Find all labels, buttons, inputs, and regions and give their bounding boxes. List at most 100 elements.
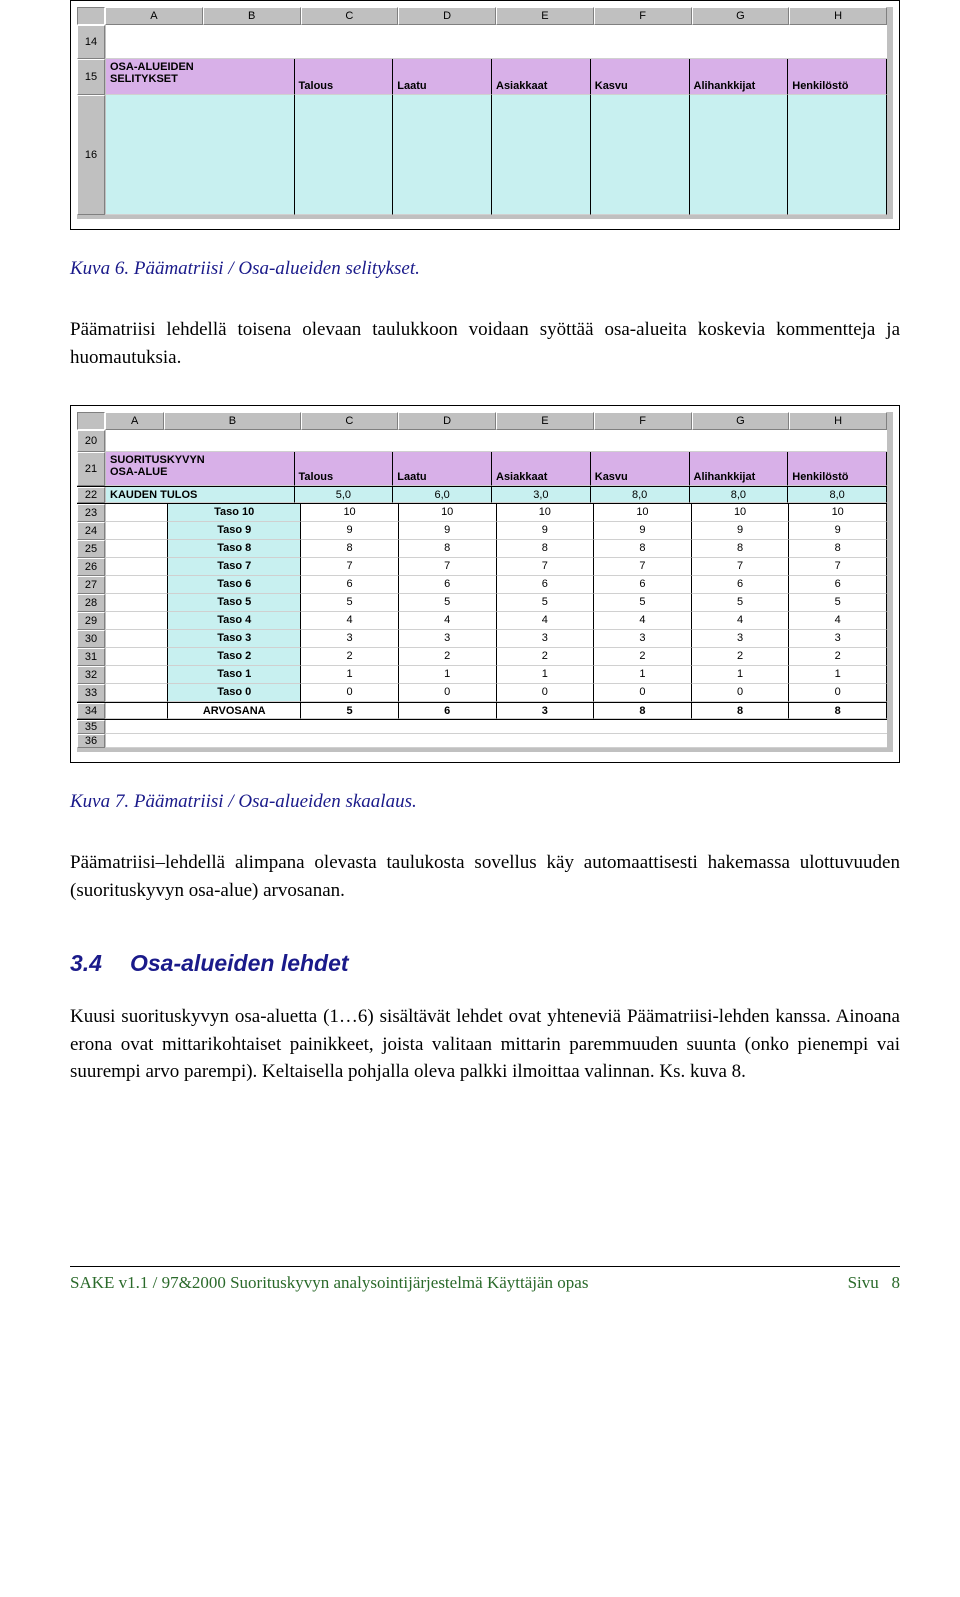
taso-label: Taso 4 [168,612,301,630]
taso-value: 1 [594,666,692,684]
col-header: E [496,412,594,430]
taso-value: 3 [789,630,887,648]
header-cell: Laatu [393,452,492,486]
taso-label: Taso 3 [168,630,301,648]
table-header-row: 15 OSA-ALUEIDEN SELITYKSET Talous Laatu … [77,59,887,95]
taso-value: 6 [594,576,692,594]
taso-value: 5 [497,594,595,612]
paragraph-3: Kuusi suorituskyvyn osa-aluetta (1…6) si… [70,1003,900,1086]
taso-value: 3 [399,630,497,648]
figure-6-frame: A B C D E F G H 14 15 OSA-ALUEIDEN SELIT… [70,0,900,230]
taso-value: 10 [497,504,595,522]
arvosana-value: 5 [301,703,399,719]
paragraph-2: Päämatriisi–lehdellä alimpana olevasta t… [70,849,900,904]
taso-value: 9 [301,522,399,540]
row-header: 20 [77,430,105,452]
taso-value: 2 [692,648,790,666]
taso-value: 0 [692,684,790,702]
taso-row: 25Taso 8888888 [77,540,887,558]
header-asiakkaat: Asiakkaat [492,59,591,95]
taso-value: 7 [789,558,887,576]
taso-value: 2 [399,648,497,666]
col-header: H [789,7,887,25]
arvosana-value: 6 [399,703,497,719]
taso-value: 6 [399,576,497,594]
taso-value: 10 [301,504,399,522]
taso-value: 9 [497,522,595,540]
table-row: 36 [77,734,887,748]
taso-label: Taso 9 [168,522,301,540]
taso-row: 32Taso 1111111 [77,666,887,684]
arvosana-row: 34ARVOSANA563888 [77,702,887,720]
arvosana-value: 8 [789,703,887,719]
taso-value: 8 [497,540,595,558]
taso-value: 6 [301,576,399,594]
taso-value: 10 [399,504,497,522]
figure-7-caption: Kuva 7. Päämatriisi / Osa-alueiden skaal… [70,791,900,813]
taso-value: 4 [301,612,399,630]
taso-value: 1 [692,666,790,684]
col-header: A [105,412,164,430]
taso-value: 8 [399,540,497,558]
row-header: 27 [77,576,105,594]
taso-value: 2 [301,648,399,666]
col-header: C [301,7,399,25]
col-header: G [692,7,790,25]
header-alihankkijat: Alihankkijat [690,59,789,95]
taso-value: 5 [789,594,887,612]
taso-value: 0 [301,684,399,702]
taso-label: Taso 6 [168,576,301,594]
paragraph-1: Päämatriisi lehdellä toisena olevaan tau… [70,316,900,371]
taso-value: 3 [497,630,595,648]
kauden-value: 8,0 [591,487,690,503]
spreadsheet-2: A B C D E F G H 2021SUORITUSKYVYNOSA-ALU… [77,412,893,752]
suorituskyvyn-osa-alue-label: SUORITUSKYVYNOSA-ALUE [105,452,295,486]
section-heading-3-4: 3.4Osa-alueiden lehdet [70,950,900,977]
footer-page: Sivu 8 [848,1273,900,1293]
header-cell: Henkilöstö [788,452,887,486]
taso-label: Taso 0 [168,684,301,702]
taso-value: 0 [594,684,692,702]
taso-label: Taso 7 [168,558,301,576]
taso-value: 3 [301,630,399,648]
taso-value: 1 [399,666,497,684]
header-talous: Talous [295,59,394,95]
spreadsheet-1: A B C D E F G H 14 15 OSA-ALUEIDEN SELIT… [77,7,893,219]
row-header: 22 [77,487,105,503]
arvosana-label: ARVOSANA [168,703,301,719]
taso-value: 6 [692,576,790,594]
taso-value: 5 [594,594,692,612]
corner-cell [77,412,105,430]
row-header: 28 [77,594,105,612]
row-header: 35 [77,720,105,734]
header-cell: Alihankkijat [690,452,789,486]
taso-value: 1 [497,666,595,684]
taso-value: 1 [301,666,399,684]
arvosana-value: 3 [497,703,595,719]
taso-value: 6 [497,576,595,594]
taso-value: 0 [789,684,887,702]
taso-value: 10 [692,504,790,522]
taso-value: 9 [399,522,497,540]
col-header: B [203,7,301,25]
taso-value: 10 [594,504,692,522]
taso-value: 7 [497,558,595,576]
col-header: B [164,412,300,430]
taso-value: 8 [789,540,887,558]
taso-row: 23Taso 10101010101010 [77,504,887,522]
taso-value: 7 [594,558,692,576]
row-header: 29 [77,612,105,630]
col-header: F [594,412,692,430]
osa-alueiden-selitykset-label: OSA-ALUEIDEN SELITYKSET [105,59,295,95]
figure-6-caption: Kuva 6. Päämatriisi / Osa-alueiden selit… [70,258,900,280]
row-header: 36 [77,734,105,748]
taso-value: 9 [789,522,887,540]
col-header: E [496,7,594,25]
taso-row: 24Taso 9999999 [77,522,887,540]
header-cell: Talous [295,452,394,486]
header-kasvu: Kasvu [591,59,690,95]
row-header: 32 [77,666,105,684]
arvosana-value: 8 [594,703,692,719]
taso-row: 27Taso 6666666 [77,576,887,594]
table-row: 20 [77,430,887,452]
